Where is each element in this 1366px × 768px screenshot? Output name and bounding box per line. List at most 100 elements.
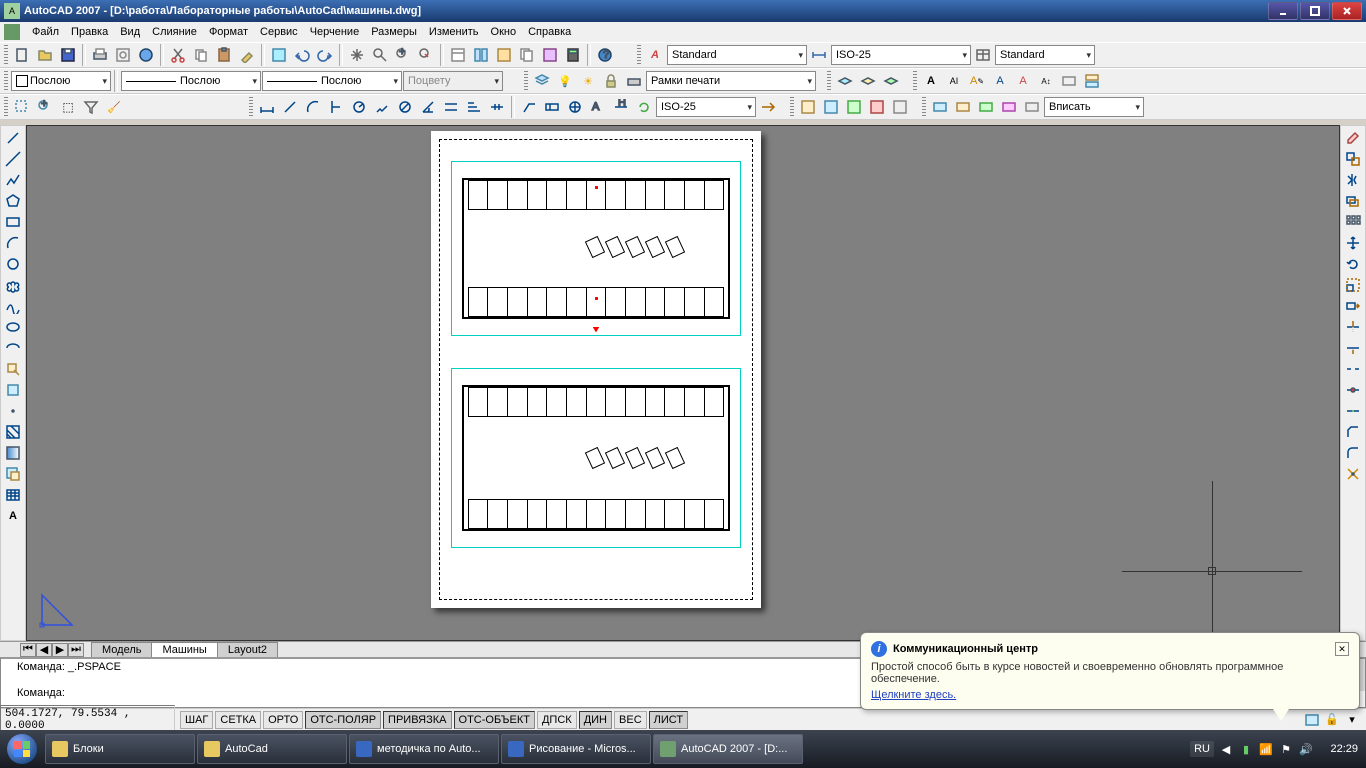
viewport-btn4[interactable]: [866, 96, 888, 118]
text-scale-button[interactable]: A↕: [1035, 70, 1057, 92]
array-button[interactable]: [1342, 212, 1364, 232]
status-toggle-вес[interactable]: ВЕС: [614, 711, 647, 729]
text-style-combo[interactable]: Standard: [667, 45, 807, 65]
model-paper-toggle[interactable]: [1304, 712, 1320, 728]
close-button[interactable]: [1332, 2, 1362, 20]
dim-style-combo2[interactable]: ISO-25: [656, 97, 756, 117]
status-toggle-отс-объект[interactable]: ОТС-ОБЪЕКТ: [454, 711, 535, 729]
layer-sun-icon[interactable]: ☀: [577, 70, 599, 92]
linetype-combo[interactable]: Послою: [121, 71, 261, 91]
toolbar-grip[interactable]: [249, 97, 253, 117]
notification-close-button[interactable]: ✕: [1335, 642, 1349, 656]
menu-tools[interactable]: Сервис: [254, 24, 304, 40]
paste-button[interactable]: [213, 44, 235, 66]
plotstyle-combo[interactable]: Поцвету: [403, 71, 503, 91]
dim-diameter-button[interactable]: [394, 96, 416, 118]
menu-modify[interactable]: Изменить: [423, 24, 485, 40]
join-button[interactable]: [1342, 401, 1364, 421]
properties-button[interactable]: [447, 44, 469, 66]
filter-button[interactable]: [80, 96, 102, 118]
text-convert-button[interactable]: [1081, 70, 1103, 92]
view-btn4[interactable]: [998, 96, 1020, 118]
new-button[interactable]: [11, 44, 33, 66]
insert-block-button[interactable]: [2, 359, 24, 379]
dim-arc-button[interactable]: [302, 96, 324, 118]
cut-button[interactable]: [167, 44, 189, 66]
maximize-button[interactable]: [1300, 2, 1330, 20]
save-button[interactable]: [57, 44, 79, 66]
mtext-button[interactable]: A: [920, 70, 942, 92]
dim-baseline-button[interactable]: [463, 96, 485, 118]
open-button[interactable]: [34, 44, 56, 66]
view-btn5[interactable]: [1021, 96, 1043, 118]
view-btn1[interactable]: [929, 96, 951, 118]
spell-button[interactable]: A: [1012, 70, 1034, 92]
status-toggle-дин[interactable]: ДИН: [579, 711, 612, 729]
dim-aligned-button[interactable]: [279, 96, 301, 118]
taskbar-item[interactable]: Блоки: [45, 734, 195, 764]
table-style-combo[interactable]: Standard: [995, 45, 1095, 65]
tray-signal-icon[interactable]: 📶: [1258, 741, 1274, 757]
plot-preview-button[interactable]: [112, 44, 134, 66]
tray-volume-icon[interactable]: 🔊: [1298, 741, 1314, 757]
table-button[interactable]: [2, 485, 24, 505]
layer-manager-button[interactable]: [531, 70, 553, 92]
text-style-icon[interactable]: A: [644, 44, 666, 66]
view-btn2[interactable]: [952, 96, 974, 118]
toolbar-grip[interactable]: [922, 97, 926, 117]
menu-format[interactable]: Формат: [203, 24, 254, 40]
toolbar-grip[interactable]: [827, 71, 831, 91]
rectangle-button[interactable]: [2, 212, 24, 232]
dtext-button[interactable]: AI: [943, 70, 965, 92]
text-justify-button[interactable]: [1058, 70, 1080, 92]
dim-linear-button[interactable]: [256, 96, 278, 118]
menu-file[interactable]: Файл: [26, 24, 65, 40]
quickcalc-button[interactable]: [562, 44, 584, 66]
center-mark-button[interactable]: [564, 96, 586, 118]
view-btn3[interactable]: [975, 96, 997, 118]
copy-button[interactable]: [190, 44, 212, 66]
lineweight-combo[interactable]: Послою: [262, 71, 402, 91]
mirror-button[interactable]: [1342, 170, 1364, 190]
sheet-set-button[interactable]: [516, 44, 538, 66]
hatch-button[interactable]: [2, 422, 24, 442]
plot-button[interactable]: [89, 44, 111, 66]
find-button[interactable]: A: [989, 70, 1011, 92]
dim-text-edit-button[interactable]: H: [610, 96, 632, 118]
polygon-button[interactable]: [2, 191, 24, 211]
status-toggle-дпск[interactable]: ДПСК: [537, 711, 577, 729]
tray-show-hidden-icon[interactable]: ◀: [1218, 741, 1234, 757]
break-button[interactable]: [1342, 359, 1364, 379]
group-button[interactable]: ⬚: [57, 96, 79, 118]
match-properties-button[interactable]: [236, 44, 258, 66]
viewport-2[interactable]: [451, 368, 741, 548]
fillet-button[interactable]: [1342, 443, 1364, 463]
toolbar-grip[interactable]: [913, 71, 917, 91]
minimize-button[interactable]: [1268, 2, 1298, 20]
language-indicator[interactable]: RU: [1190, 741, 1214, 757]
gradient-button[interactable]: [2, 443, 24, 463]
dim-angular-button[interactable]: [417, 96, 439, 118]
tab-first-button[interactable]: ⏮: [20, 643, 36, 657]
tool-palettes-button[interactable]: [493, 44, 515, 66]
taskbar-item[interactable]: методичка по Auto...: [349, 734, 499, 764]
start-button[interactable]: [0, 730, 44, 768]
tab-model[interactable]: Модель: [91, 642, 152, 658]
explode-button[interactable]: [1342, 464, 1364, 484]
viewport-btn3[interactable]: [843, 96, 865, 118]
layer-plot-icon[interactable]: [623, 70, 645, 92]
point-button[interactable]: [2, 401, 24, 421]
menu-view[interactable]: Вид: [114, 24, 146, 40]
tab-next-button[interactable]: ▶: [52, 643, 68, 657]
toolbar-grip[interactable]: [637, 45, 641, 65]
layer-combo[interactable]: Рамки печати: [646, 71, 816, 91]
dim-style-combo[interactable]: ISO-25: [831, 45, 971, 65]
dim-edit-button[interactable]: A: [587, 96, 609, 118]
pan-button[interactable]: [346, 44, 368, 66]
extend-button[interactable]: [1342, 338, 1364, 358]
help-button[interactable]: ?: [594, 44, 616, 66]
chamfer-button[interactable]: [1342, 422, 1364, 442]
toolbar-grip[interactable]: [4, 45, 8, 65]
zoom-realtime-button[interactable]: [369, 44, 391, 66]
menu-draw[interactable]: Черчение: [304, 24, 366, 40]
